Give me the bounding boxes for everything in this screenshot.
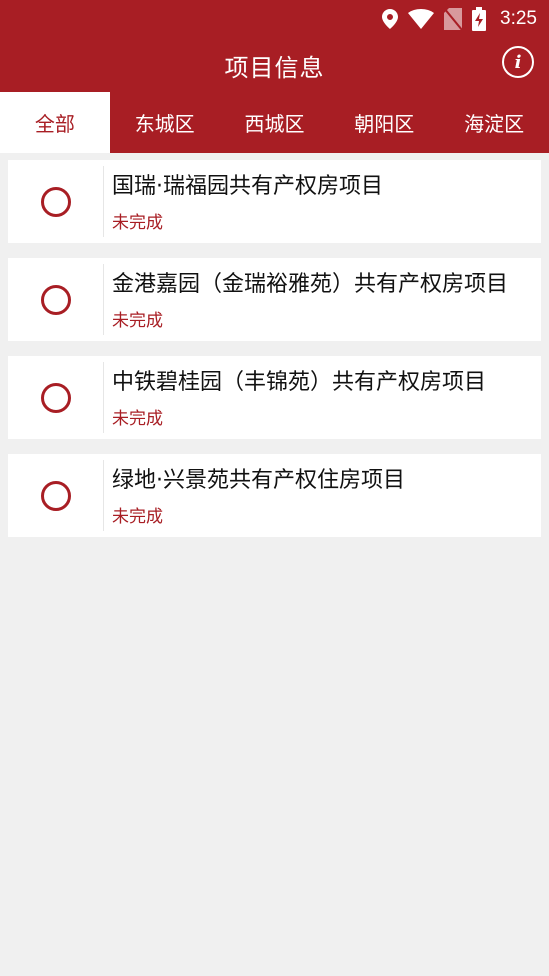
card-left [8, 264, 104, 335]
project-title: 国瑞·瑞福园共有产权房项目 [112, 174, 383, 199]
app-bar: 项目信息 i [0, 38, 549, 92]
no-sim-icon [444, 8, 463, 30]
project-card[interactable]: 国瑞·瑞福园共有产权房项目 未完成 [8, 160, 541, 243]
tab-dongcheng[interactable]: 东城区 [110, 92, 220, 153]
project-card[interactable]: 绿地·兴景苑共有产权住房项目 未完成 [8, 454, 541, 537]
project-status: 未完成 [112, 507, 163, 527]
radio-circle-icon[interactable] [40, 480, 71, 511]
tab-chaoyang[interactable]: 朝阳区 [329, 92, 439, 153]
tab-xicheng[interactable]: 西城区 [220, 92, 330, 153]
project-list: 国瑞·瑞福园共有产权房项目 未完成 金港嘉园（金瑞裕雅苑）共有产权房项目 未完成… [8, 160, 541, 552]
card-left [8, 460, 104, 531]
card-left [8, 166, 104, 237]
status-bar: 3:25 [0, 0, 549, 38]
info-button[interactable]: i [502, 46, 534, 78]
radio-circle-icon[interactable] [40, 186, 71, 217]
card-body: 绿地·兴景苑共有产权住房项目 未完成 [104, 454, 541, 537]
card-body: 金港嘉园（金瑞裕雅苑）共有产权房项目 未完成 [104, 258, 541, 341]
project-card[interactable]: 金港嘉园（金瑞裕雅苑）共有产权房项目 未完成 [8, 258, 541, 341]
radio-circle-icon[interactable] [40, 382, 71, 413]
card-body: 国瑞·瑞福园共有产权房项目 未完成 [104, 160, 541, 243]
page-title: 项目信息 [224, 53, 325, 82]
tab-all[interactable]: 全部 [0, 92, 110, 153]
district-tabs: 全部 东城区 西城区 朝阳区 海淀区 [0, 92, 549, 153]
project-status: 未完成 [112, 409, 163, 429]
card-body: 中铁碧桂园（丰锦苑）共有产权房项目 未完成 [104, 356, 541, 439]
location-icon [382, 9, 399, 29]
project-card[interactable]: 中铁碧桂园（丰锦苑）共有产权房项目 未完成 [8, 356, 541, 439]
info-icon: i [514, 51, 522, 73]
project-title: 中铁碧桂园（丰锦苑）共有产权房项目 [112, 370, 487, 395]
card-left [8, 362, 104, 433]
wifi-icon [408, 9, 435, 29]
project-title: 金港嘉园（金瑞裕雅苑）共有产权房项目 [112, 272, 509, 297]
project-status: 未完成 [112, 311, 163, 331]
tab-haidian[interactable]: 海淀区 [439, 92, 549, 153]
project-title: 绿地·兴景苑共有产权住房项目 [112, 468, 405, 493]
status-time: 3:25 [500, 8, 537, 29]
project-status: 未完成 [112, 213, 163, 233]
radio-circle-icon[interactable] [40, 284, 71, 315]
battery-charging-icon [472, 7, 487, 31]
